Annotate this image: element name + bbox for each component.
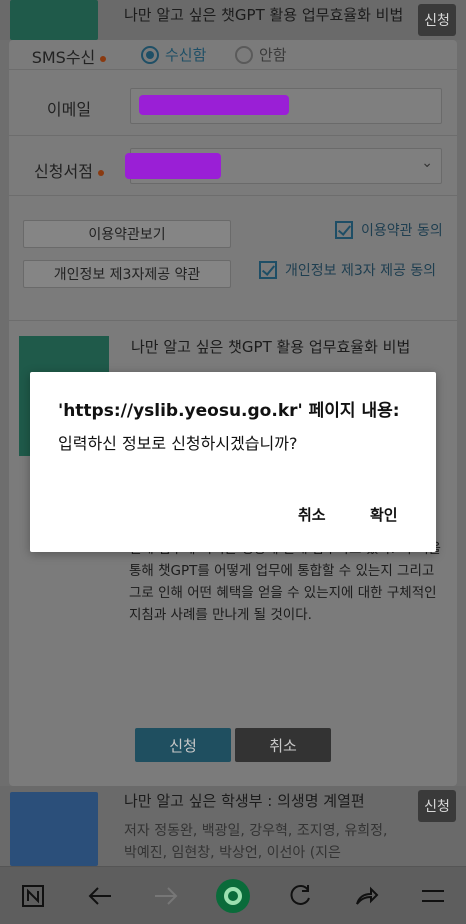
redaction-mark bbox=[139, 95, 289, 115]
sms-no-radio[interactable]: 안함 bbox=[235, 44, 287, 65]
privacy-terms-button[interactable]: 개인정보 제3자제공 약관 bbox=[23, 260, 231, 288]
chevron-down-icon: ⌄ bbox=[421, 155, 433, 171]
back-arrow-icon[interactable] bbox=[80, 876, 120, 916]
list-item-title: 나만 알고 싶은 챗GPT 활용 업무효율화 비법 bbox=[124, 6, 404, 24]
email-row: 이메일 bbox=[9, 70, 457, 136]
book-cover-image bbox=[10, 0, 98, 40]
menu-icon[interactable] bbox=[413, 876, 453, 916]
sms-label: SMS수신 bbox=[9, 44, 129, 68]
store-row: 신청서점 ⌄ bbox=[9, 136, 457, 196]
green-dot-icon[interactable] bbox=[213, 876, 253, 916]
naver-home-icon[interactable] bbox=[13, 876, 53, 916]
checkbox-checked-icon bbox=[259, 261, 277, 279]
dialog-message: 입력하신 정보로 신청하시겠습니까? bbox=[58, 434, 298, 453]
store-select[interactable]: ⌄ bbox=[125, 148, 442, 184]
sms-row: SMS수신 수신함 안함 bbox=[9, 40, 457, 70]
terms-view-button[interactable]: 이용약관보기 bbox=[23, 220, 231, 248]
request-button[interactable]: 신청 bbox=[418, 4, 456, 36]
list-item-top: 나만 알고 싶은 챗GPT 활용 업무효율화 비법 신청 bbox=[0, 0, 466, 40]
redaction-mark bbox=[125, 153, 221, 179]
dialog-confirm-button[interactable]: 확인 bbox=[370, 504, 398, 525]
required-dot-icon bbox=[100, 55, 107, 62]
list-item-bottom: 나만 알고 싶은 학생부 : 의생명 계열편 신청 저자 정동완, 백광일, 강… bbox=[0, 786, 466, 866]
dialog-cancel-button[interactable]: 취소 bbox=[298, 504, 326, 525]
divider bbox=[9, 320, 457, 321]
email-label: 이메일 bbox=[46, 100, 92, 119]
request-button[interactable]: 신청 bbox=[418, 790, 456, 822]
required-dot-icon bbox=[97, 169, 104, 176]
browser-navbar bbox=[0, 866, 466, 924]
dialog-title: 'https://yslib.yeosu.go.kr' 페이지 내용: bbox=[58, 401, 400, 421]
book-cover-image bbox=[10, 792, 98, 866]
list-item-title: 나만 알고 싶은 학생부 : 의생명 계열편 bbox=[124, 792, 365, 810]
cancel-button[interactable]: 취소 bbox=[235, 728, 331, 762]
book-title: 나만 알고 싶은 챗GPT 활용 업무효율화 비법 bbox=[131, 338, 411, 356]
forward-arrow-icon[interactable] bbox=[146, 876, 186, 916]
checkbox-checked-icon bbox=[335, 221, 353, 239]
radio-on-icon bbox=[141, 45, 159, 64]
confirm-dialog: 'https://yslib.yeosu.go.kr' 페이지 내용: 입력하신… bbox=[30, 372, 436, 552]
privacy-agree-checkbox[interactable]: 개인정보 제3자 제공 동의 bbox=[259, 260, 436, 280]
terms-agree-checkbox[interactable]: 이용약관 동의 bbox=[335, 220, 443, 240]
radio-off-icon bbox=[235, 45, 253, 64]
sms-yes-radio[interactable]: 수신함 bbox=[141, 44, 206, 65]
submit-button[interactable]: 신청 bbox=[135, 728, 231, 762]
list-item-meta: 저자 정동완, 백광일, 강우혁, 조지영, 유희정, 박예진, 임현창, 박상… bbox=[124, 823, 388, 861]
refresh-icon[interactable] bbox=[280, 876, 320, 916]
email-field[interactable] bbox=[130, 88, 442, 124]
store-label: 신청서점 bbox=[9, 158, 129, 182]
share-icon[interactable] bbox=[346, 876, 386, 916]
